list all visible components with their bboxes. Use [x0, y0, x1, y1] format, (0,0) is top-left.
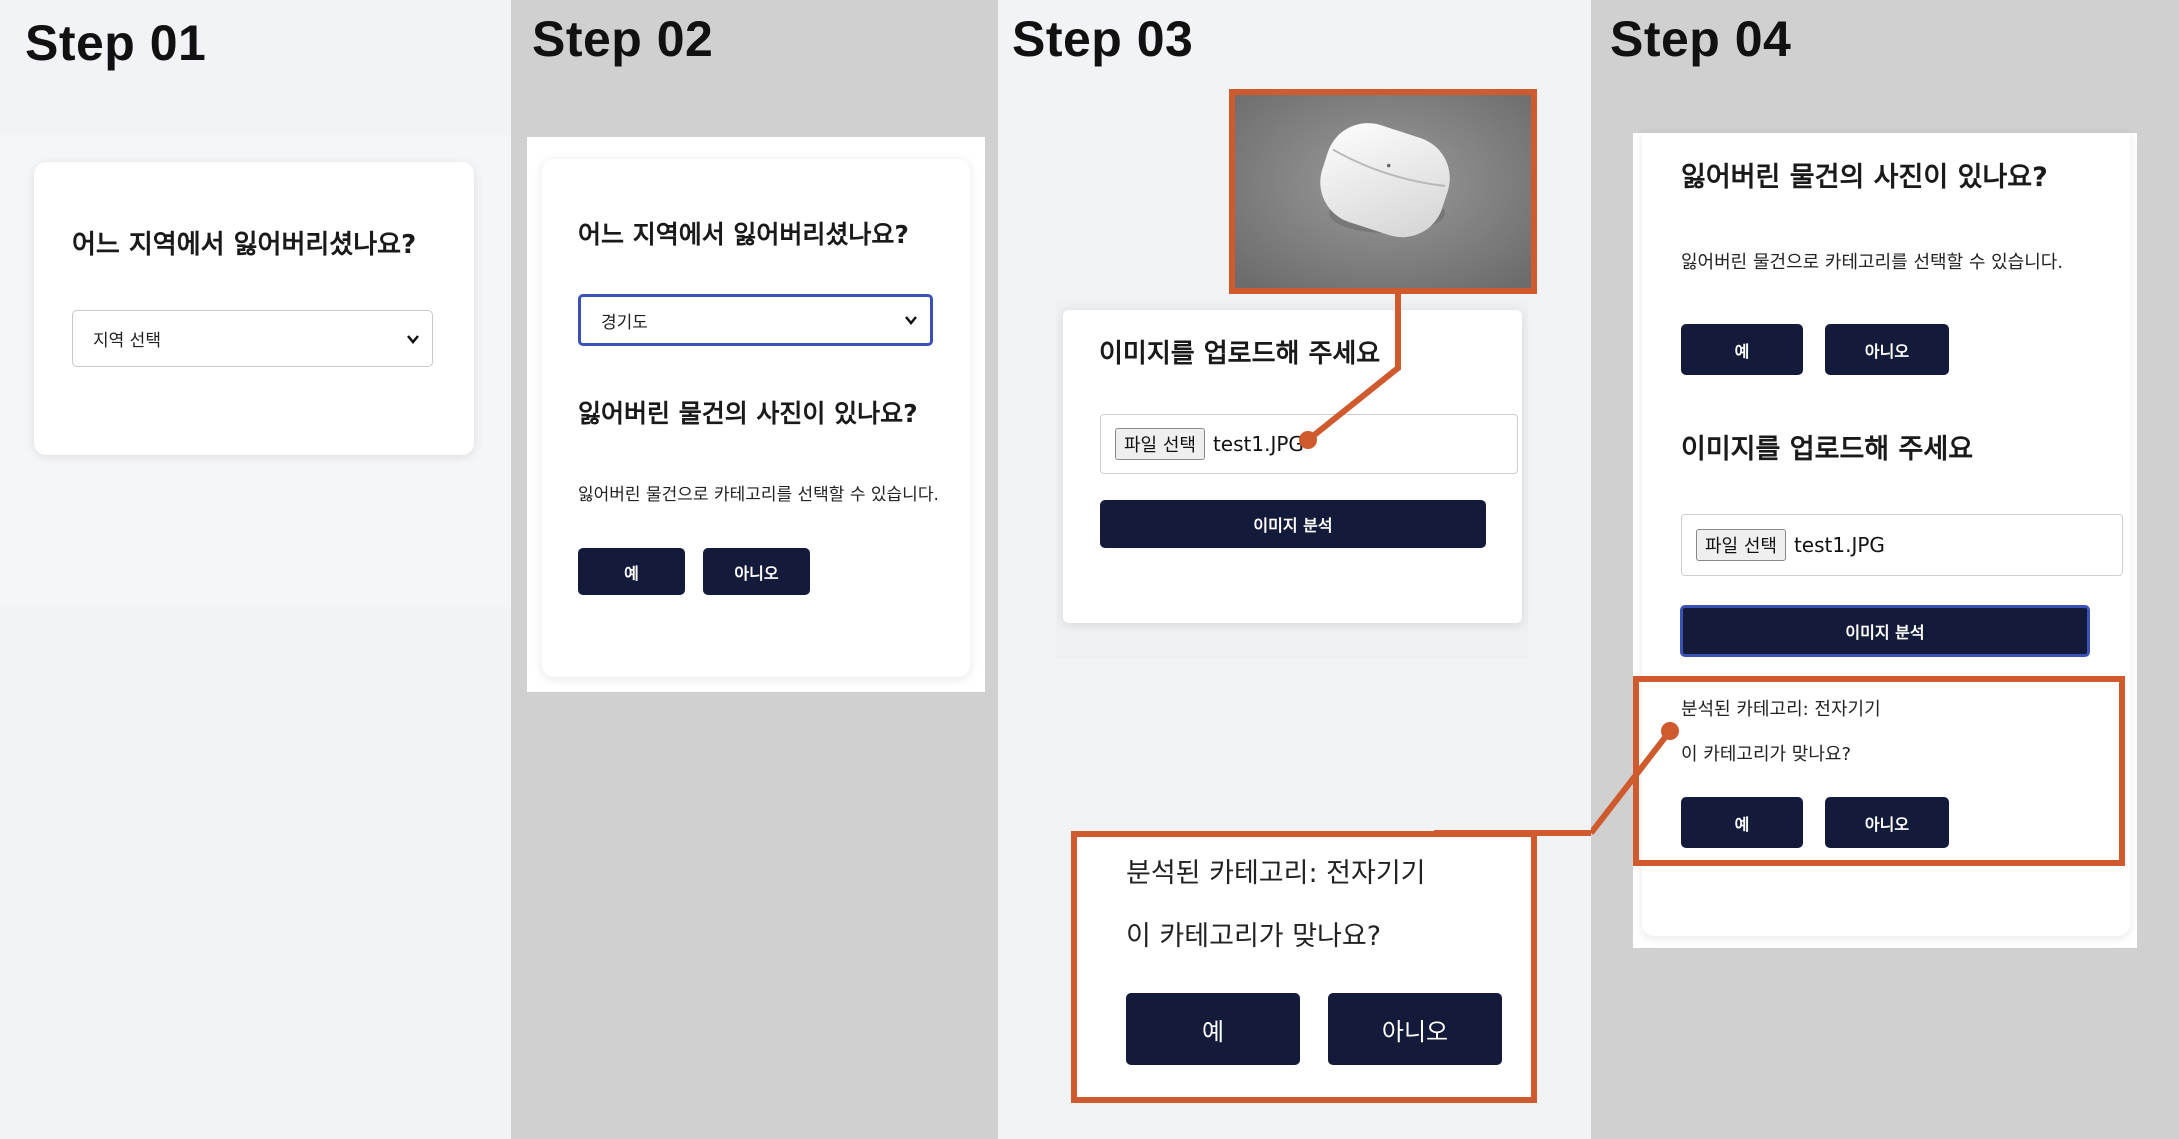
- step-04-panel: Step 04 잃어버린 물건의 사진이 있나요? 잃어버린 물건으로 카테고리…: [1591, 0, 2179, 1139]
- confirm-no-button[interactable]: 아니오: [1328, 993, 1502, 1065]
- region-select[interactable]: 지역 선택: [72, 310, 433, 367]
- yes-button[interactable]: 예: [578, 548, 685, 595]
- step-02-title: Step 02: [532, 11, 714, 67]
- step-01-panel: Step 01 어느 지역에서 잃어버리셨나요? 지역 선택: [0, 0, 511, 1139]
- chevron-down-icon: [407, 334, 419, 344]
- confirm-question: 이 카테고리가 맞나요?: [1126, 921, 1382, 952]
- callout-connector: [1591, 722, 1679, 835]
- confirm-yes-button[interactable]: 예: [1126, 993, 1300, 1065]
- region-card: 어느 지역에서 잃어버리셨나요? 지역 선택: [34, 162, 474, 455]
- region-question: 어느 지역에서 잃어버리셨나요?: [578, 220, 909, 249]
- region-select-value: 경기도: [601, 312, 648, 333]
- region-select-value: 지역 선택: [93, 331, 161, 351]
- region-question: 어느 지역에서 잃어버리셨나요?: [72, 230, 417, 260]
- photo-question: 잃어버린 물건의 사진이 있나요?: [578, 399, 918, 428]
- region-select[interactable]: 경기도: [578, 294, 933, 346]
- step-03-panel: Step 03 이미지를 업로드해 주세요 파일 선택 test1.JPG 이미…: [998, 0, 1591, 1139]
- photo-description: 잃어버린 물건으로 카테고리를 선택할 수 있습니다.: [578, 485, 939, 505]
- analyzed-category: 분석된 카테고리: 전자기기: [1126, 858, 1426, 889]
- no-button[interactable]: 아니오: [703, 548, 810, 595]
- analysis-result-callout: 분석된 카테고리: 전자기기 이 카테고리가 맞나요? 예 아니오: [1071, 831, 1537, 1103]
- chevron-down-icon: [905, 316, 917, 325]
- step-02-card: 어느 지역에서 잃어버리셨나요? 경기도 잃어버린 물건의 사진이 있나요? 잃…: [542, 159, 970, 677]
- step-01-title: Step 01: [25, 15, 207, 71]
- step-02-panel: Step 02 어느 지역에서 잃어버리셨나요? 경기도 잃어버린 물건의 사진…: [511, 0, 998, 1139]
